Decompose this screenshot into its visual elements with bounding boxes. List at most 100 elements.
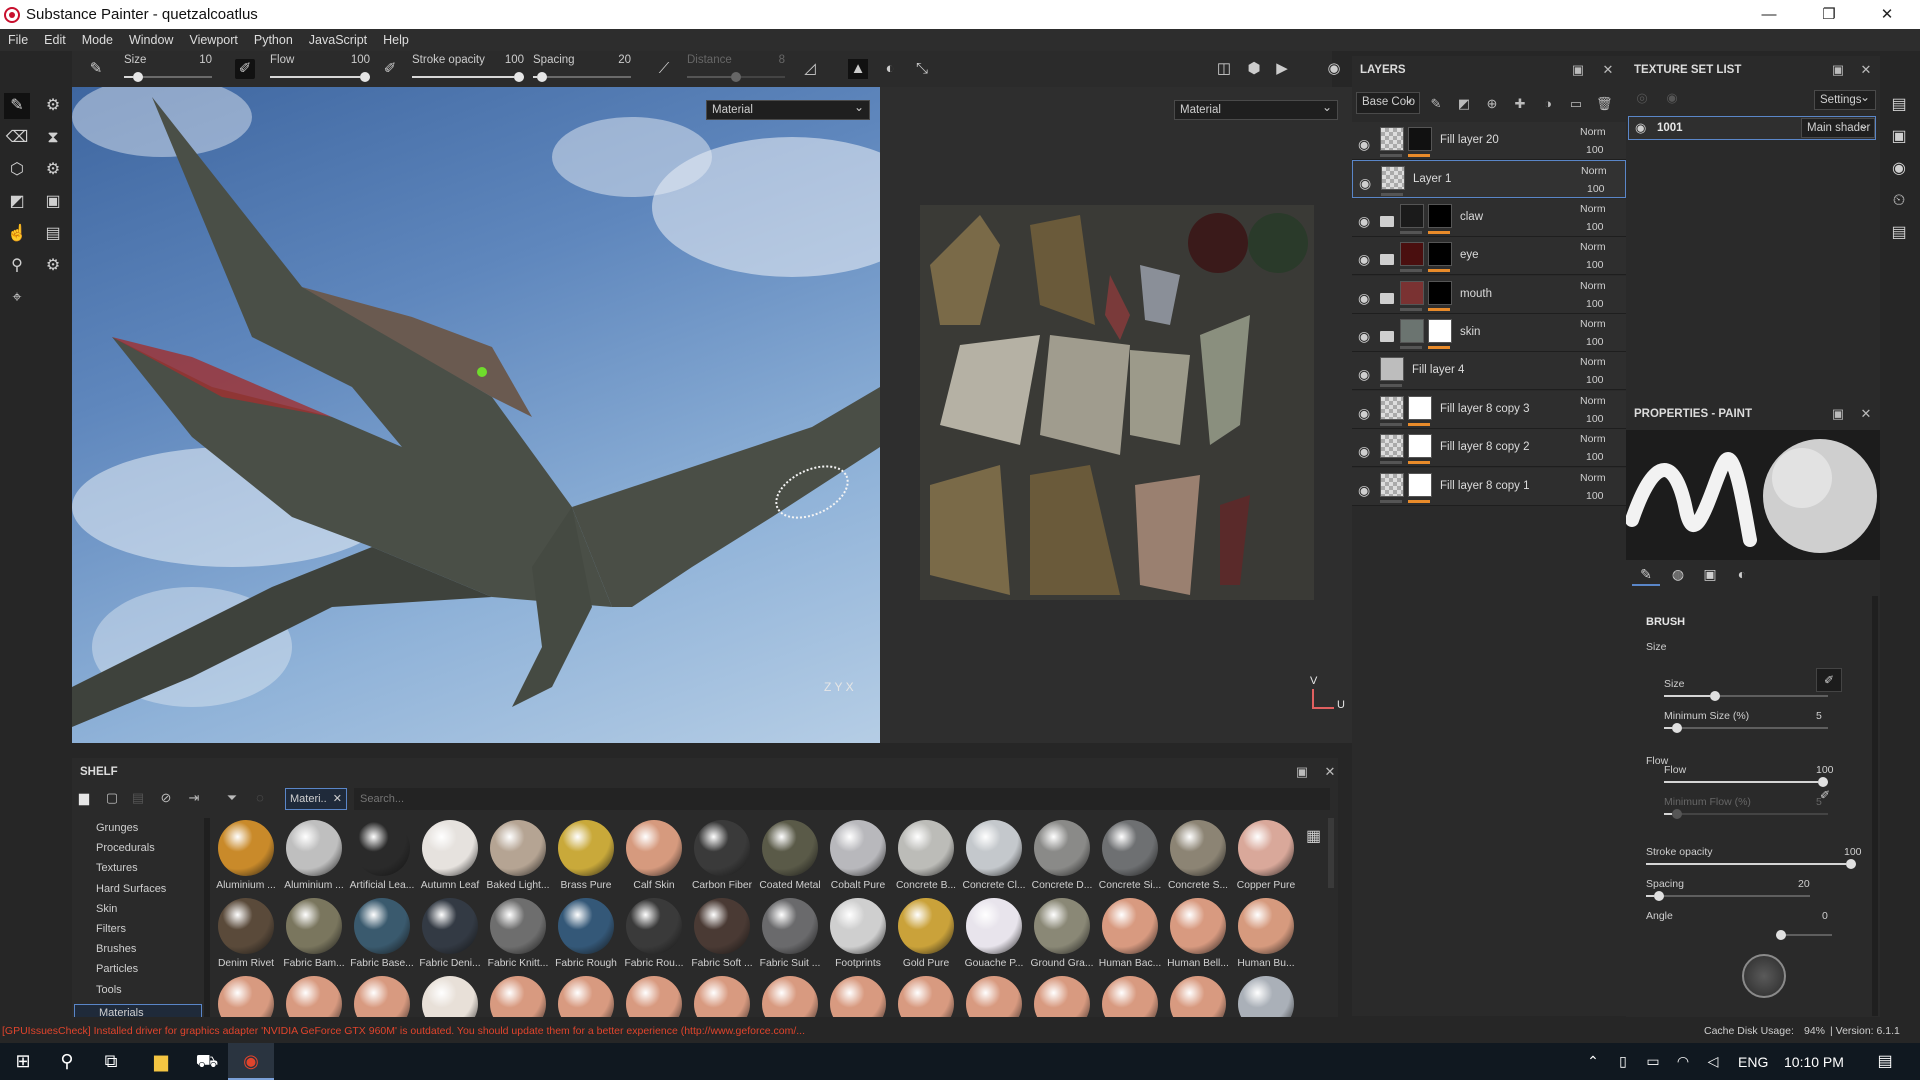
material-thumbnail[interactable] [1096, 976, 1164, 1018]
blend-mode-dropdown[interactable]: Norm [1580, 433, 1606, 445]
eraser-icon[interactable]: ⌫ [4, 125, 30, 151]
category-grunges[interactable]: Grunges [96, 822, 138, 834]
material-thumbnail[interactable]: Copper Pure [1232, 820, 1300, 891]
cube-view-icon[interactable]: ⬢ [1244, 59, 1264, 79]
texture-set-settings-icon[interactable]: ▤ [1886, 92, 1912, 118]
material-thumbnail[interactable] [212, 976, 280, 1018]
material-thumbnail[interactable]: Gold Pure [892, 898, 960, 969]
material-thumbnail[interactable] [348, 976, 416, 1018]
opacity-value[interactable]: 100 [1586, 451, 1604, 463]
new-item-icon[interactable]: ▢ [104, 790, 120, 806]
blend-mode-dropdown[interactable]: Norm [1580, 203, 1606, 215]
blend-mode-dropdown[interactable]: Norm [1580, 318, 1606, 330]
viewport-2d-mode-dropdown[interactable]: Material [1174, 98, 1338, 120]
material-thumbnail[interactable]: Human Bu... [1232, 898, 1300, 969]
material-thumbnail[interactable]: Concrete S... [1164, 820, 1232, 891]
flow-pressure-icon[interactable]: ✐ [380, 59, 400, 79]
layer-row[interactable]: ◉ Layer 1 Norm 100 [1352, 160, 1626, 199]
material-thumbnail[interactable] [484, 976, 552, 1018]
material-thumbnail[interactable] [280, 976, 348, 1018]
display-settings-icon[interactable]: ▣ [1886, 124, 1912, 150]
shelf-float-icon[interactable]: ▣ [1294, 764, 1310, 780]
material-thumbnail[interactable]: Brass Pure [552, 820, 620, 891]
category-filters[interactable]: Filters [96, 923, 126, 935]
language-indicator[interactable]: ENG [1738, 1054, 1768, 1070]
viewport-3d[interactable]: Material Z Y X [72, 87, 880, 743]
brush-preset-icon[interactable]: ✎ [86, 59, 106, 79]
material-thumbnail[interactable] [416, 976, 484, 1018]
add-folder-icon[interactable]: ▭ [1568, 96, 1584, 112]
material-thumbnail[interactable]: Fabric Rou... [620, 898, 688, 969]
opacity-value[interactable]: 100 [1586, 221, 1604, 233]
opacity-value[interactable]: 100 [1586, 413, 1604, 425]
layer-row[interactable]: ◉ Fill layer 8 copy 3 Norm 100 [1352, 390, 1626, 429]
filter-tag[interactable]: Materi.. ✕ [285, 788, 347, 810]
symmetry-lock-icon[interactable]: ◿ [800, 59, 820, 79]
category-hard-surfaces[interactable]: Hard Surfaces [96, 883, 166, 895]
shader-dropdown[interactable]: Main shader [1801, 116, 1875, 138]
transform-icon[interactable]: ⤡ [912, 59, 932, 79]
min_flow-slider[interactable]: Minimum Flow (%) 5 [1664, 796, 1828, 832]
material-thumbnail[interactable] [552, 976, 620, 1018]
delete-layer-icon[interactable]: 🗑 [1596, 96, 1613, 112]
material-thumbnail[interactable]: Ground Gra... [1028, 898, 1096, 969]
material-thumbnail[interactable]: Artificial Lea... [348, 820, 416, 891]
material-thumbnail[interactable]: Calf Skin [620, 820, 688, 891]
material-thumbnail[interactable]: Fabric Bam... [280, 898, 348, 969]
angle-slider[interactable]: Angle 0 [1646, 910, 1846, 946]
remove-filter-icon[interactable]: ✕ [333, 789, 342, 809]
opacity-value[interactable]: 100 [1586, 259, 1604, 271]
material-thumbnail[interactable]: Fabric Soft ... [688, 898, 756, 969]
save-icon[interactable]: ▤ [130, 790, 146, 806]
lazy-mouse-icon[interactable]: ⟋ [654, 59, 674, 79]
blend-mode-dropdown[interactable]: Norm [1580, 356, 1606, 368]
opacity-value[interactable]: 100 [1586, 490, 1604, 502]
color-picker-icon[interactable]: ⌖ [4, 285, 30, 311]
layer-row[interactable]: ◉ Fill layer 8 copy 1 Norm 100 [1352, 467, 1626, 506]
material-thumbnail[interactable]: Coated Metal [756, 820, 824, 891]
opacity-value[interactable]: 100 [1586, 336, 1604, 348]
tsl-float-icon[interactable]: ▣ [1830, 62, 1846, 78]
blend-mode-dropdown[interactable]: Norm [1580, 126, 1606, 138]
opacity-value[interactable]: 100 [1586, 144, 1604, 156]
eye-icon[interactable]: ◉ [1358, 213, 1376, 230]
grid-view-icon[interactable]: ▦ [1306, 826, 1321, 846]
material-thumbnail[interactable] [824, 976, 892, 1018]
menu-viewport[interactable]: Viewport [181, 29, 245, 51]
category-textures[interactable]: Textures [96, 862, 138, 874]
tsl-settings-dropdown[interactable]: Settings [1814, 88, 1876, 110]
eye-icon[interactable]: ◉ [1358, 443, 1376, 460]
material-thumbnail[interactable]: Denim Rivet [212, 898, 280, 969]
tsl-close-icon[interactable]: ✕ [1858, 62, 1874, 78]
eye-icon[interactable]: ◉ [1359, 175, 1377, 192]
menu-mode[interactable]: Mode [74, 29, 121, 51]
blend-mode-dropdown[interactable]: Norm [1580, 472, 1606, 484]
material-thumbnail[interactable]: Fabric Knitt... [484, 898, 552, 969]
shelf-search-input[interactable] [354, 788, 1330, 810]
size-slider[interactable]: Size10 [1664, 678, 1828, 714]
material-thumbnail[interactable] [756, 976, 824, 1018]
blend-mode-dropdown[interactable]: Norm [1580, 395, 1606, 407]
layer-row[interactable]: ◉ claw Norm 100 [1352, 198, 1626, 237]
size-pressure-icon[interactable]: ✐ [235, 59, 255, 79]
material-thumbnail[interactable]: Aluminium ... [212, 820, 280, 891]
shelf-close-icon[interactable]: ✕ [1322, 764, 1338, 780]
hourglass-icon[interactable]: ⧗ [40, 125, 66, 151]
blend-mode-dropdown[interactable]: Norm [1581, 165, 1607, 177]
material-thumbnail[interactable]: Gouache P... [960, 898, 1028, 969]
angle-dial[interactable] [1742, 954, 1786, 998]
blend-mode-dropdown[interactable]: Norm [1580, 280, 1606, 292]
category-particles[interactable]: Particles [96, 963, 138, 975]
eye-icon[interactable]: ◉ [1358, 328, 1376, 345]
menu-file[interactable]: File [0, 29, 36, 51]
screenshot-icon[interactable]: ◉ [1324, 59, 1344, 79]
projection-icon[interactable]: ⬡ [4, 157, 30, 183]
menu-javascript[interactable]: JavaScript [301, 29, 375, 51]
spacing-slider[interactable]: Spacing 20 [1646, 878, 1810, 914]
physical-paint-icon[interactable]: ◐ [880, 59, 900, 79]
menu-edit[interactable]: Edit [36, 29, 74, 51]
material-thumbnail[interactable] [688, 976, 756, 1018]
minimize-button[interactable]: — [1746, 0, 1792, 29]
menu-python[interactable]: Python [246, 29, 301, 51]
material-thumbnail[interactable] [892, 976, 960, 1018]
